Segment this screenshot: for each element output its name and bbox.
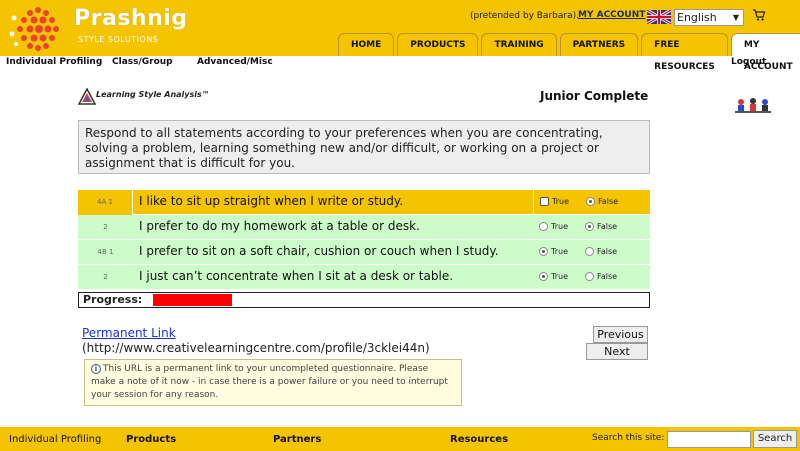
answer-group: True False	[533, 240, 650, 265]
false-radio[interactable]	[585, 222, 594, 231]
tab-free-resources[interactable]: FREE RESOURCES	[641, 33, 728, 72]
true-label: True	[551, 272, 568, 281]
true-label: True	[552, 197, 569, 206]
false-radio[interactable]	[585, 272, 594, 281]
my-account-link[interactable]: MY ACCOUNT	[578, 10, 645, 20]
true-label: True	[551, 247, 568, 256]
info-text: This URL is a permanent link to your unc…	[91, 364, 448, 400]
false-label: False	[597, 272, 618, 281]
tab-products[interactable]: PRODUCTS	[397, 33, 479, 56]
question-row: 4B 1 I prefer to sit on a soft chair, cu…	[78, 240, 650, 265]
tab-partners[interactable]: PARTNERS	[559, 33, 639, 56]
true-radio[interactable]	[539, 222, 548, 231]
false-radio[interactable]	[585, 247, 594, 256]
false-option[interactable]: False	[585, 222, 617, 231]
answer-group: True False	[533, 215, 650, 240]
page-title: Junior Complete	[540, 89, 649, 103]
search-input[interactable]	[667, 431, 751, 448]
subnav-individual-profiling[interactable]: Individual Profiling	[6, 57, 102, 67]
info-icon: i	[91, 364, 101, 374]
true-option[interactable]: True	[539, 272, 568, 281]
permanent-link[interactable]: Permanent Link	[82, 326, 176, 340]
question-code: 4A 1	[78, 190, 133, 215]
chevron-down-icon: ▼	[732, 13, 739, 22]
question-row: 4A 1 I like to sit up straight when I wr…	[78, 190, 650, 215]
question-text: I prefer to sit on a soft chair, cushion…	[139, 244, 499, 258]
footer-products[interactable]: Products	[126, 434, 176, 445]
tab-my-account[interactable]: MY ACCOUNT	[730, 33, 800, 72]
previous-button[interactable]: Previous	[593, 326, 648, 343]
progress-fill	[153, 294, 232, 306]
footer-resources[interactable]: Resources	[450, 434, 508, 445]
question-row: 2 I prefer to do my homework at a table …	[78, 215, 650, 240]
brand-subtitle: STYLE SOLUTIONS	[78, 35, 159, 44]
true-radio[interactable]	[539, 272, 548, 281]
false-radio[interactable]	[586, 197, 595, 206]
true-label: True	[551, 222, 568, 231]
true-radio[interactable]	[540, 197, 549, 206]
subnav-advanced-misc[interactable]: Advanced/Misc	[197, 57, 273, 67]
uk-flag-icon[interactable]	[647, 10, 671, 24]
main-nav-tabs: HOME PRODUCTS TRAINING PARTNERS FREE RES…	[338, 33, 800, 72]
true-option[interactable]: True	[539, 247, 568, 256]
logout-link[interactable]: Logout	[731, 57, 766, 67]
instructions-box: Respond to all statements according to y…	[78, 120, 650, 174]
question-text: I prefer to do my homework at a table or…	[139, 219, 420, 233]
false-label: False	[597, 247, 618, 256]
progress-label: Progress:	[83, 293, 143, 306]
answer-group: True False	[533, 265, 650, 290]
language-value: English	[677, 11, 717, 24]
question-row: 2 I just can’t concentrate when I sit at…	[78, 265, 650, 290]
false-option[interactable]: False	[585, 272, 617, 281]
search-label: Search this site:	[592, 433, 665, 443]
question-code: 4B 1	[97, 248, 114, 256]
true-option[interactable]: True	[539, 222, 568, 231]
lsa-logo-icon	[78, 88, 96, 105]
subnav-class-group[interactable]: Class/Group	[112, 57, 173, 67]
answer-group: True False	[533, 190, 650, 215]
permanent-url-text: (http://www.creativelearningcentre.com/p…	[82, 341, 430, 355]
questionnaire-table: 4A 1 I like to sit up straight when I wr…	[78, 190, 650, 290]
brand-name: Prashnig	[74, 6, 188, 31]
pretended-by-text: (pretended by Barbara).	[470, 11, 579, 21]
search-button[interactable]: Search	[753, 430, 797, 448]
kids-illustration-icon	[735, 98, 771, 113]
tab-home[interactable]: HOME	[338, 33, 395, 56]
false-label: False	[597, 222, 618, 231]
false-option[interactable]: False	[585, 247, 617, 256]
footer-individual-profiling[interactable]: Individual Profiling	[9, 434, 101, 445]
question-text: I just can’t concentrate when I sit at a…	[139, 269, 454, 283]
tab-training[interactable]: TRAINING	[481, 33, 557, 56]
shopping-cart-icon[interactable]	[752, 8, 766, 22]
site-header: Prashnig STYLE SOLUTIONS (pretended by B…	[0, 0, 800, 72]
next-button[interactable]: Next	[586, 343, 648, 360]
false-option[interactable]: False	[586, 197, 618, 206]
language-select[interactable]: English ▼	[674, 9, 744, 26]
false-label: False	[598, 197, 619, 206]
progress-bar: Progress:	[78, 292, 650, 308]
sub-navigation: Individual Profiling Class/Group Advance…	[0, 56, 800, 70]
question-code: 2	[103, 273, 108, 281]
prashnig-logo[interactable]: Prashnig STYLE SOLUTIONS	[8, 4, 187, 52]
logo-dots-icon	[9, 7, 59, 51]
footer-partners[interactable]: Partners	[273, 434, 321, 445]
site-footer: Individual Profiling Products Partners R…	[0, 427, 800, 451]
info-note: i This URL is a permanent link to your un…	[84, 359, 462, 406]
question-text: I like to sit up straight when I write o…	[139, 194, 404, 208]
question-code: 2	[103, 223, 108, 231]
true-option[interactable]: True	[540, 197, 569, 206]
lsa-logo-text: Learning Style Analysis™	[96, 90, 210, 99]
true-radio[interactable]	[539, 247, 548, 256]
